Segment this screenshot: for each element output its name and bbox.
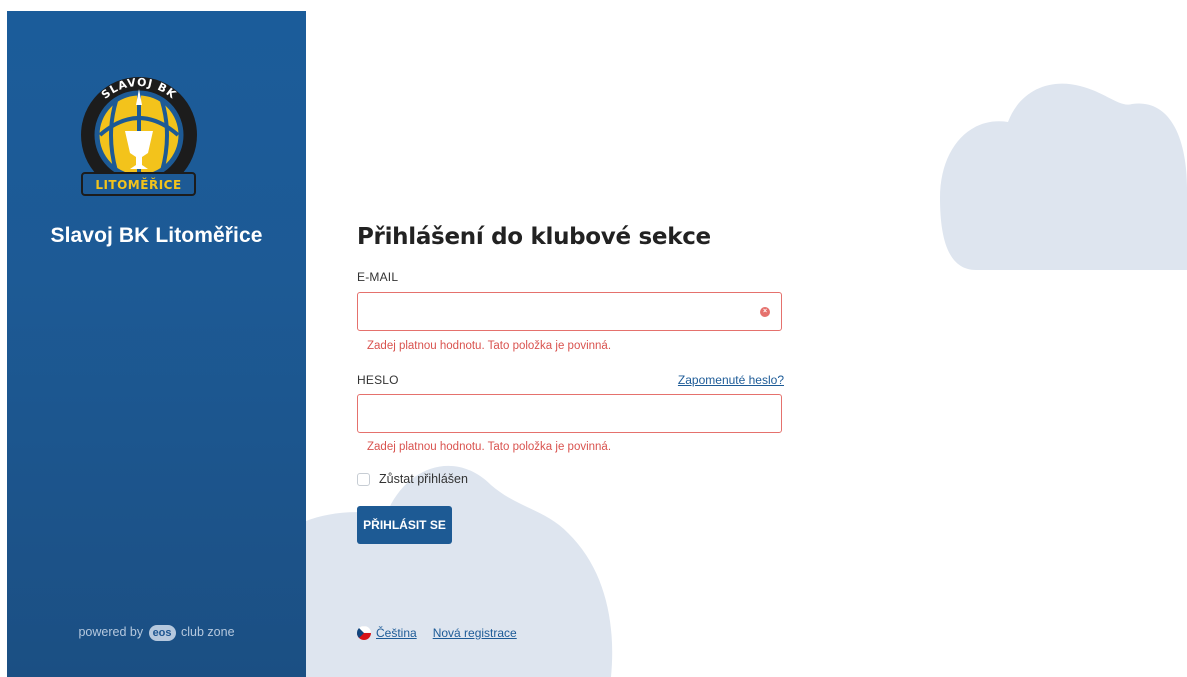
remember-label: Zůstat přihlášen bbox=[379, 472, 468, 486]
club-logo: SLAVOJ BK LITOMĚŘICE bbox=[81, 76, 197, 196]
powered-by[interactable]: powered by eos club zone bbox=[7, 625, 306, 641]
login-page: SLAVOJ BK LITOMĚŘICE Slavoj BK Litoměřic… bbox=[0, 0, 1187, 677]
footer-links: Čeština Nová registrace bbox=[357, 626, 517, 640]
email-error: Zadej platnou hodnotu. Tato položka je p… bbox=[367, 340, 612, 352]
email-field[interactable] bbox=[357, 292, 782, 331]
czech-flag-icon bbox=[357, 626, 371, 640]
remember-me[interactable]: Zůstat přihlášen bbox=[357, 471, 468, 487]
password-label: HESLO bbox=[357, 373, 399, 387]
club-name: Slavoj BK Litoměřice bbox=[50, 224, 263, 247]
login-form: Přihlášení do klubové sekce E-MAIL × Zad… bbox=[357, 0, 784, 677]
sidebar: SLAVOJ BK LITOMĚŘICE Slavoj BK Litoměřic… bbox=[7, 11, 306, 677]
remember-checkbox[interactable] bbox=[357, 472, 370, 486]
password-error: Zadej platnou hodnotu. Tato položka je p… bbox=[367, 441, 612, 453]
email-field-wrapper: × bbox=[357, 292, 782, 331]
register-link[interactable]: Nová registrace bbox=[433, 626, 517, 640]
language-link[interactable]: Čeština bbox=[376, 626, 417, 640]
page-title: Přihlášení do klubové sekce bbox=[357, 224, 711, 250]
clear-icon[interactable]: × bbox=[760, 307, 770, 317]
password-field[interactable] bbox=[357, 394, 782, 433]
cloud-decoration-right bbox=[940, 83, 1187, 270]
logo-bottom-text: LITOMĚŘICE bbox=[95, 177, 181, 192]
powered-suffix: club zone bbox=[181, 625, 235, 639]
email-label: E-MAIL bbox=[357, 270, 399, 284]
forgot-password-link[interactable]: Zapomenuté heslo? bbox=[678, 373, 784, 387]
eos-logo-icon: eos bbox=[148, 625, 176, 641]
login-button[interactable]: PŘIHLÁSIT SE bbox=[357, 506, 452, 544]
powered-prefix: powered by bbox=[78, 625, 144, 639]
